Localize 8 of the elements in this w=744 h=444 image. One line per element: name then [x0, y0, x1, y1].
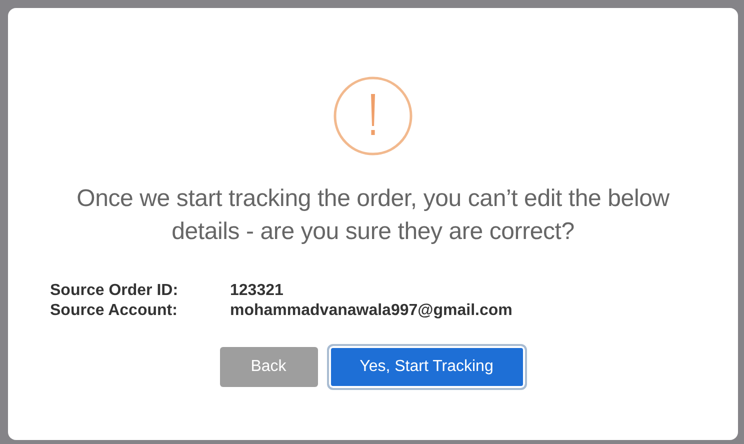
- confirmation-message: Once we start tracking the order, you can’t edit the below details - are you sure they are correct?: [76, 184, 670, 247]
- detail-label: Source Account:: [50, 302, 178, 320]
- back-button[interactable]: Back: [220, 347, 318, 387]
- confirm-button[interactable]: Yes, Start Tracking: [326, 344, 526, 390]
- detail-value: 123321: [230, 282, 284, 300]
- detail-label: Source Order ID:: [50, 282, 180, 300]
- warning-icon: [333, 76, 413, 156]
- detail-value: mohammadvanawala997@gmail.com: [230, 302, 514, 320]
